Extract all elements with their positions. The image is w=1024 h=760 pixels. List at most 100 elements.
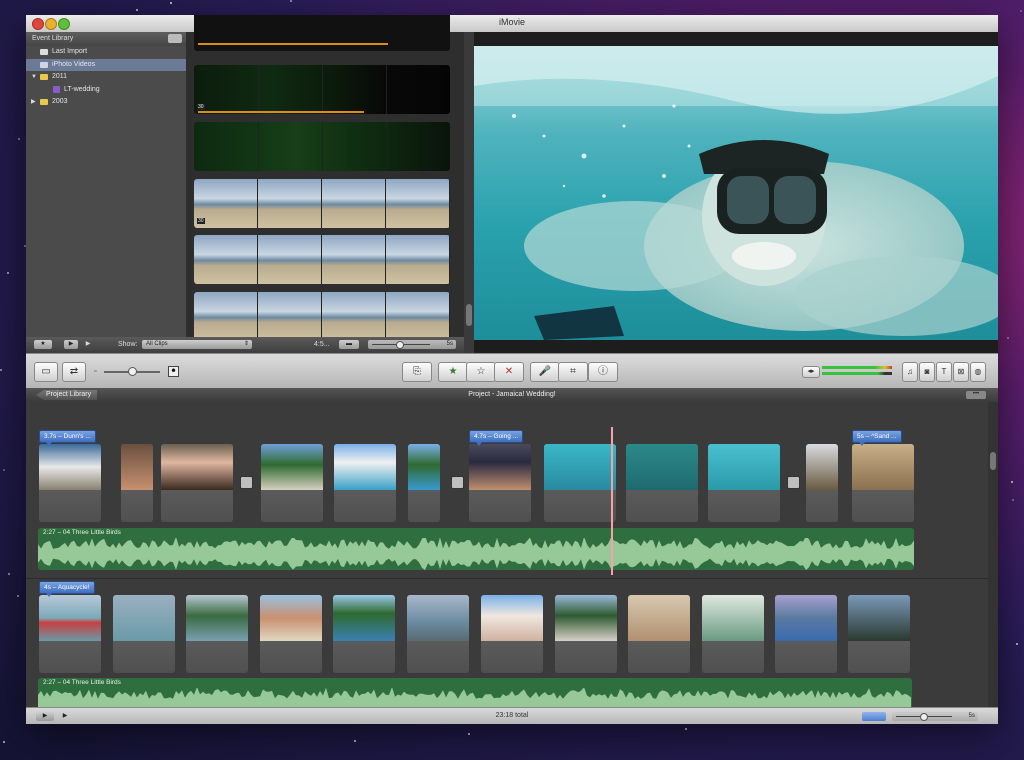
event-clip[interactable]: 30	[194, 179, 450, 228]
reject-button[interactable]: ✕	[494, 362, 524, 382]
folder-icon	[40, 99, 48, 105]
audio-skimming-toggle[interactable]: ◂▸	[802, 366, 820, 378]
project-title: Project - Jamaica! Wedding!	[468, 391, 556, 398]
project-clip[interactable]	[408, 444, 440, 522]
clip-thumbnail	[261, 444, 323, 490]
unmark-button[interactable]: ☆	[466, 362, 496, 382]
voiceover-button[interactable]: 🎤	[530, 362, 560, 382]
project-clip[interactable]	[852, 444, 914, 522]
project-scrollbar[interactable]	[988, 402, 998, 707]
clip-frame	[386, 292, 450, 341]
audio-waveform-button[interactable]	[862, 712, 886, 721]
inspector-button[interactable]: ⓘ	[588, 362, 618, 382]
clip-thumbnail	[39, 595, 101, 641]
titles-browser-button[interactable]: T	[936, 362, 952, 382]
event-clip[interactable]	[194, 122, 450, 171]
project-clip[interactable]	[407, 595, 469, 673]
mark-favorite-button[interactable]: ★	[438, 362, 468, 382]
project-clip[interactable]	[260, 595, 322, 673]
event-clip[interactable]	[194, 235, 450, 284]
title-marker[interactable]: 4s – Aquacycle!	[39, 581, 95, 597]
photo-browser-button[interactable]: ◙	[919, 362, 935, 382]
star	[1016, 643, 1018, 645]
project-clip[interactable]	[469, 444, 531, 522]
star	[1011, 481, 1013, 483]
event-item-2003[interactable]: ▶ 2003	[26, 96, 186, 109]
swap-button[interactable]: ⇄	[62, 362, 86, 382]
show-label: Show:	[118, 341, 138, 348]
disclosure-closed-icon[interactable]: ▶	[31, 96, 36, 109]
event-clip[interactable]: 30	[194, 65, 450, 114]
play-full-screen-button[interactable]: ▶	[64, 340, 78, 349]
project-clip[interactable]	[626, 444, 698, 522]
viewer-frame[interactable]	[474, 46, 998, 340]
music-browser-button[interactable]: ♫	[902, 362, 918, 382]
project-clip[interactable]	[333, 595, 395, 673]
title-marker[interactable]: 5s – ^Sand ...	[852, 430, 902, 446]
thumbnail-zoom-slider[interactable]: 5s	[368, 340, 456, 349]
transition-icon[interactable]	[787, 476, 800, 489]
project-clip[interactable]	[702, 595, 764, 673]
clip-thumbnail	[628, 595, 690, 641]
project-clip[interactable]	[121, 444, 153, 522]
event-item-lt-wedding[interactable]: LT-wedding	[26, 84, 186, 97]
project-clip[interactable]	[806, 444, 838, 522]
clip-frame	[322, 235, 386, 284]
crop-button[interactable]: ⌗	[558, 362, 588, 382]
scroll-thumb[interactable]	[990, 452, 996, 470]
maps-browser-button[interactable]: ◍	[970, 362, 986, 382]
project-clip[interactable]	[186, 595, 248, 673]
event-clip[interactable]	[194, 292, 450, 341]
title-bar: iMovie	[26, 15, 998, 33]
clip-thumbnail	[333, 595, 395, 641]
music-track[interactable]: 2:27 – 04 Three Little Birds	[38, 528, 914, 570]
show-popup[interactable]: All Clips ⇕	[142, 340, 252, 349]
project-clip[interactable]	[628, 595, 690, 673]
event-library-header: Event Library	[26, 32, 186, 46]
event-clip[interactable]	[194, 15, 450, 51]
event-item-2011[interactable]: ▼ 2011	[26, 71, 186, 84]
scroll-thumb[interactable]	[466, 304, 472, 326]
project-clip[interactable]	[39, 444, 101, 522]
title-marker[interactable]: 4.7s – Going ...	[469, 430, 524, 446]
slider-knob[interactable]	[920, 713, 928, 721]
project-options-button[interactable]: •••	[966, 391, 986, 399]
transition-icon[interactable]	[240, 476, 253, 489]
transitions-browser-button[interactable]: ⊠	[953, 362, 969, 382]
project-clip[interactable]	[555, 595, 617, 673]
slider-knob[interactable]	[128, 367, 137, 376]
project-clip[interactable]	[39, 595, 101, 673]
project-clip[interactable]	[848, 595, 910, 673]
swap-events-button[interactable]	[168, 34, 182, 43]
audio-skimming-button[interactable]: ▬	[339, 340, 359, 349]
transition-icon[interactable]	[451, 476, 464, 489]
project-clip[interactable]	[481, 595, 543, 673]
slider-knob[interactable]	[396, 341, 404, 349]
disclosure-open-icon[interactable]: ▼	[31, 71, 37, 84]
project-clip[interactable]	[334, 444, 396, 522]
play-button[interactable]: ▶	[81, 340, 95, 349]
event-browser-scrollbar[interactable]	[464, 32, 474, 353]
timeline-zoom-slider[interactable]: 5s	[892, 712, 978, 721]
project-clip[interactable]	[775, 595, 837, 673]
clip-badge: 30	[197, 218, 205, 224]
event-item-last-import[interactable]: Last Import	[26, 46, 186, 59]
project-clip[interactable]	[544, 444, 616, 522]
project-clip[interactable]	[161, 444, 233, 522]
project-clip[interactable]	[708, 444, 780, 522]
clip-thumbnail	[121, 444, 153, 490]
star	[354, 740, 356, 742]
main-toolbar: ▭ ⇄ ▫ ☻ ⎘ ★ ☆ ✕ 🎤 ⌗ ⓘ ◂▸ ♫ ◙ T ⊠ ◍	[26, 353, 998, 389]
project-library-button[interactable]: ▭	[34, 362, 58, 382]
project-clip[interactable]	[113, 595, 175, 673]
event-library-toggle-button[interactable]: ★	[34, 340, 52, 349]
add-to-project-button[interactable]: ⎘	[402, 362, 432, 382]
event-item-iphoto-videos[interactable]: iPhoto Videos	[26, 58, 186, 71]
film-roll-icon	[40, 49, 48, 55]
clip-thumbnail	[260, 595, 322, 641]
popup-arrows-icon: ⇕	[243, 341, 249, 347]
playhead[interactable]	[611, 427, 613, 575]
project-clip[interactable]	[261, 444, 323, 522]
clip-used-bar	[198, 43, 388, 45]
title-marker[interactable]: 3.7s – Dunn's ...	[39, 430, 96, 446]
